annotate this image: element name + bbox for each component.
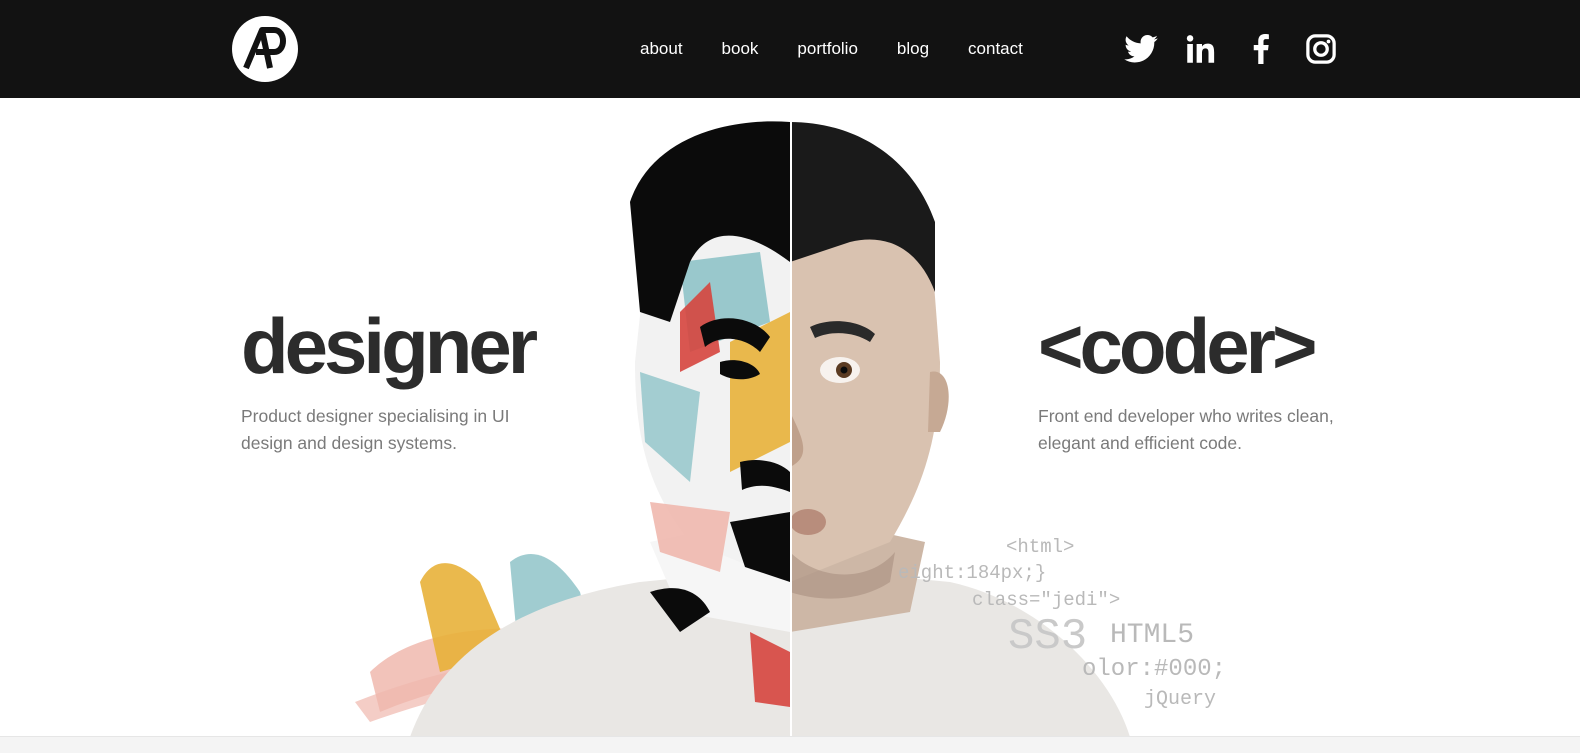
nav-about[interactable]: about	[640, 39, 683, 59]
nav-contact[interactable]: contact	[968, 39, 1023, 59]
code-snippet-color: olor:#000;	[1082, 656, 1227, 683]
nav-blog[interactable]: blog	[897, 39, 929, 59]
designer-heading: designer	[241, 302, 538, 390]
social-links	[1124, 32, 1364, 66]
site-logo[interactable]	[232, 16, 298, 82]
main-nav: about book portfolio blog contact	[640, 0, 1062, 98]
code-snippet-height: eight:184px;}	[898, 562, 1047, 584]
logo-monogram-icon	[243, 27, 286, 70]
code-snippet-html: <html>	[1006, 536, 1075, 558]
instagram-icon[interactable]	[1304, 32, 1338, 66]
code-snippet-class: class="jedi">	[972, 589, 1121, 611]
code-snippet-css3: SS3	[1008, 612, 1088, 662]
coder-heading: <coder>	[1038, 302, 1318, 390]
designer-description: Product designer specialising in UI desi…	[241, 406, 510, 453]
linkedin-icon[interactable]	[1184, 32, 1218, 66]
page-bottom-edge	[0, 736, 1580, 753]
site-header: about book portfolio blog contact	[0, 0, 1580, 98]
code-snippet-jquery: jQuery	[1144, 688, 1217, 711]
twitter-icon[interactable]	[1124, 32, 1158, 66]
facebook-icon[interactable]	[1244, 32, 1278, 66]
code-snippet-html5: HTML5	[1110, 620, 1195, 651]
nav-portfolio[interactable]: portfolio	[797, 39, 857, 59]
coder-description: Front end developer who writes clean, el…	[1038, 406, 1334, 453]
nav-book[interactable]: book	[722, 39, 759, 59]
